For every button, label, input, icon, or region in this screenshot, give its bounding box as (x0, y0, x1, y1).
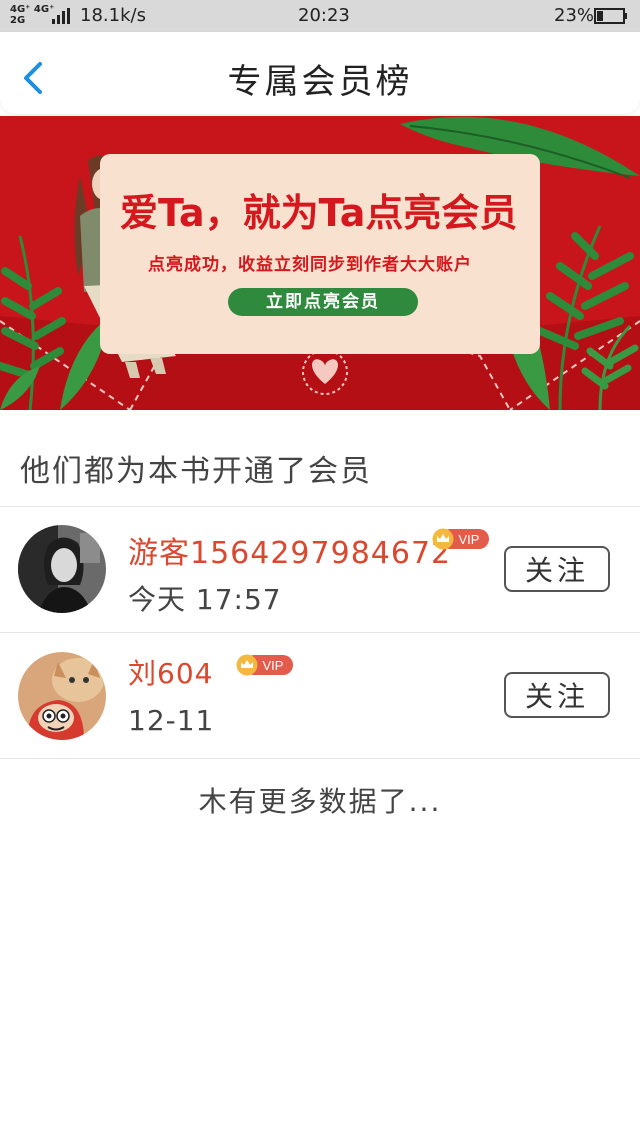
follow-button[interactable]: 关注 (504, 672, 610, 718)
battery-icon (594, 8, 627, 24)
follow-button[interactable]: 关注 (504, 546, 610, 592)
avatar[interactable] (18, 652, 106, 740)
vip-badge-text: VIP (459, 532, 480, 547)
promo-banner[interactable]: 爱Ta，就为Ta点亮会员 点亮成功，收益立刻同步到作者大大账户 立即点亮会员 (0, 116, 640, 410)
banner-subtitle: 点亮成功，收益立刻同步到作者大大账户 (148, 255, 472, 275)
vip-badge-text: VIP (263, 658, 284, 673)
avatar-image (18, 652, 106, 740)
member-time: 今天 17:57 (128, 583, 282, 616)
divider (0, 506, 640, 507)
vip-badge: VIP (236, 654, 293, 676)
member-time: 12-11 (128, 704, 215, 737)
vip-badge: VIP (432, 528, 489, 550)
nav-bar: 专属会员榜 (0, 32, 640, 114)
banner-title: 爱Ta，就为Ta点亮会员 (120, 191, 518, 235)
battery-percent: 23% (554, 5, 595, 26)
clock: 20:23 (298, 5, 350, 26)
divider (0, 758, 640, 759)
avatar-image (18, 525, 106, 613)
signal-icon (52, 8, 70, 24)
network-speed: 18.1k/s (80, 5, 146, 26)
section-title: 他们都为本书开通了会员 (20, 454, 372, 489)
no-more-data-text: 木有更多数据了... (198, 785, 442, 818)
light-up-membership-button[interactable]: 立即点亮会员 (228, 288, 418, 316)
member-name: 刘604 (128, 657, 214, 690)
status-bar: 4G⁺ 4G⁺ 2G 18.1k/s 20:23 23% (0, 0, 640, 32)
divider (0, 632, 640, 633)
member-name: 游客1564297984672 (128, 536, 452, 571)
page-title: 专属会员榜 (227, 62, 413, 102)
avatar[interactable] (18, 525, 106, 613)
network-indicator: 4G⁺ 4G⁺ 2G (10, 4, 55, 26)
